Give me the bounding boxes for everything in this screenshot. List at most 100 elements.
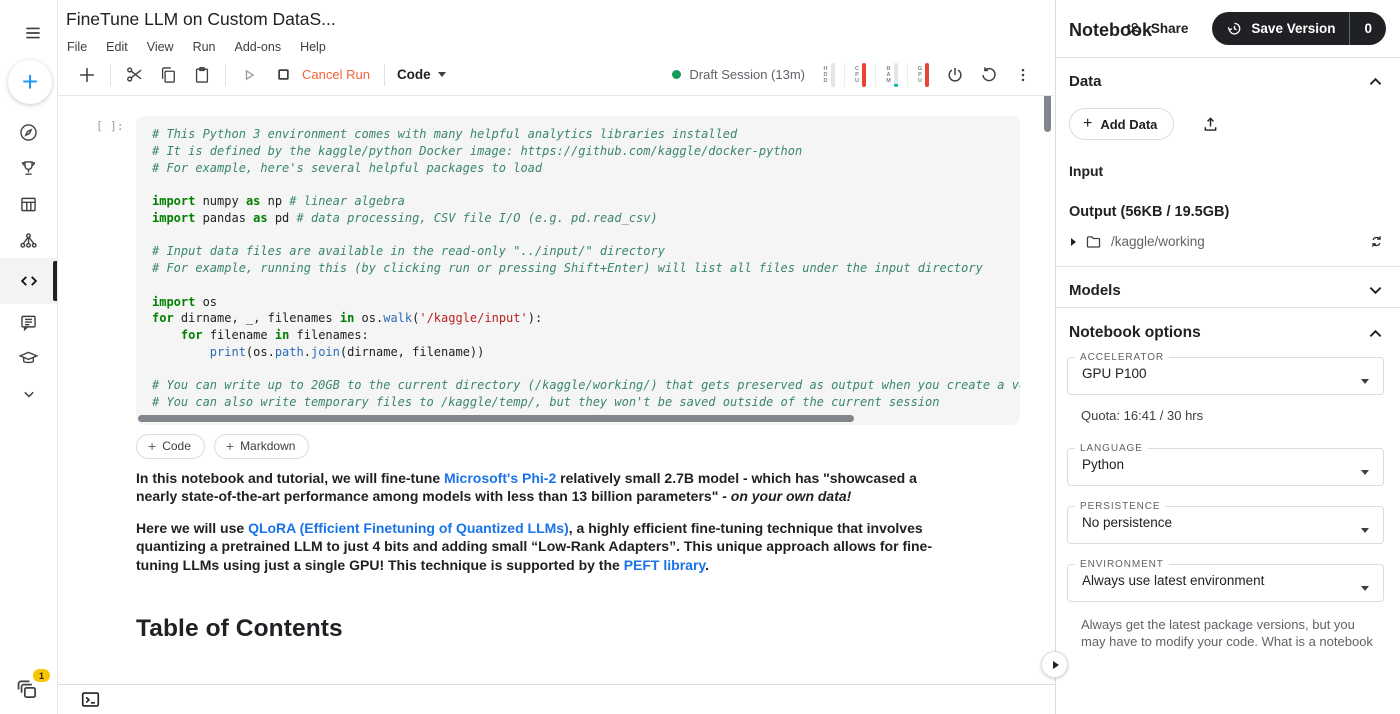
- persistence-value: No persistence: [1082, 515, 1173, 530]
- power-icon[interactable]: [942, 62, 968, 88]
- sidebar-item-competitions[interactable]: [0, 150, 57, 186]
- hdd-meter: HDD: [813, 62, 844, 87]
- cancel-run-button[interactable]: Cancel Run: [302, 67, 370, 82]
- cut-icon[interactable]: [121, 62, 147, 88]
- chevron-up-icon: [1369, 77, 1382, 85]
- chevron-down-icon: [1361, 378, 1369, 384]
- accelerator-select[interactable]: ACCELERATOR GPU P100: [1067, 352, 1384, 395]
- chevron-up-icon: [1369, 329, 1382, 337]
- toolbar-divider: [383, 63, 385, 86]
- discussions-icon: [21, 315, 36, 331]
- inline-link[interactable]: Microsoft's Phi-2: [444, 470, 556, 486]
- plus-icon: +: [1083, 115, 1093, 132]
- language-value: Python: [1082, 457, 1125, 472]
- sidebar-item-models[interactable]: [0, 222, 57, 258]
- trophy-icon: [21, 160, 36, 175]
- ram-meter: RAM: [875, 62, 907, 87]
- add-cell-row: Code Markdown: [136, 433, 1054, 459]
- inline-link[interactable]: PEFT library: [624, 557, 705, 573]
- more-options-icon[interactable]: [1010, 62, 1036, 88]
- collapse-panel-button[interactable]: [1041, 651, 1068, 678]
- version-count[interactable]: 0: [1350, 12, 1386, 45]
- folder-icon: [1086, 236, 1101, 248]
- share-person-icon: [1127, 22, 1141, 35]
- menu-add-ons[interactable]: Add-ons: [235, 40, 282, 54]
- restart-session-icon[interactable]: [976, 62, 1002, 88]
- stop-icon[interactable]: [270, 62, 296, 88]
- events-badge: 1: [33, 669, 50, 682]
- cell-type-value: Code: [396, 67, 431, 82]
- gpu-quota-text: Quota: 16:41 / 30 hrs: [1081, 408, 1204, 423]
- output-section-label: Output (56KB / 19.5GB): [1069, 204, 1230, 220]
- data-section-title: Data: [1069, 73, 1102, 90]
- code-icon: [20, 276, 37, 286]
- output-folder-path: /kaggle/working: [1111, 234, 1205, 249]
- environment-select[interactable]: ENVIRONMENT Always use latest environmen…: [1067, 559, 1384, 602]
- share-label: Share: [1150, 21, 1189, 36]
- output-folder-row[interactable]: /kaggle/working: [1071, 233, 1384, 250]
- models-icon: [20, 232, 37, 248]
- environment-help-text: Always get the latest package versions, …: [1081, 617, 1373, 649]
- sidebar-item-home[interactable]: [0, 114, 57, 150]
- sidebar-item-code[interactable]: [0, 258, 57, 304]
- chevron-down-icon: [23, 391, 34, 398]
- notebook-vertical-scrollbar[interactable]: [1044, 96, 1051, 132]
- save-version-label: Save Version: [1251, 21, 1336, 36]
- share-button[interactable]: Share: [1124, 19, 1189, 38]
- environment-label: ENVIRONMENT: [1080, 559, 1164, 570]
- paste-icon[interactable]: [189, 62, 215, 88]
- copy-icon[interactable]: [155, 62, 181, 88]
- menu-bar: File Edit View Run Add-ons Help: [67, 40, 1054, 54]
- notebook-footer: [58, 684, 1054, 714]
- create-button[interactable]: +: [8, 60, 52, 104]
- notebook-options-header[interactable]: Notebook options: [1056, 308, 1400, 352]
- upload-icon[interactable]: [1201, 115, 1220, 134]
- sidebar-item-discussions[interactable]: [0, 304, 57, 340]
- session-status-label: Draft Session (13m): [689, 67, 805, 82]
- add-data-button[interactable]: + Add Data: [1069, 108, 1175, 140]
- menu-hamburger-icon[interactable]: [19, 19, 47, 47]
- sync-icon[interactable]: [1369, 234, 1384, 249]
- add-cell-icon[interactable]: [74, 62, 100, 88]
- cell-horizontal-scrollbar[interactable]: [138, 414, 855, 422]
- right-panel: Notebook Data + Add Data Input Output (5…: [1055, 0, 1400, 714]
- history-icon: [1228, 22, 1241, 35]
- menu-view[interactable]: View: [147, 40, 174, 54]
- cell-type-select[interactable]: Code: [397, 67, 446, 82]
- models-section-header[interactable]: Models: [1056, 267, 1400, 307]
- toolbar-divider: [110, 63, 111, 86]
- sidebar-item-more[interactable]: [0, 376, 57, 412]
- language-select[interactable]: LANGUAGE Python: [1067, 443, 1384, 486]
- markdown-paragraphs: In this notebook and tutorial, we will f…: [136, 469, 932, 573]
- session-status[interactable]: Draft Session (13m): [672, 67, 805, 82]
- console-icon[interactable]: [80, 690, 102, 710]
- run-cell-icon[interactable]: [236, 62, 262, 88]
- active-events-button[interactable]: 1: [14, 669, 50, 706]
- markdown-cell[interactable]: In this notebook and tutorial, we will f…: [136, 469, 954, 641]
- toolbar-divider: [225, 63, 226, 86]
- data-section-header[interactable]: Data: [1056, 58, 1400, 98]
- accelerator-value: GPU P100: [1082, 366, 1147, 381]
- save-version-button[interactable]: Save Version 0: [1212, 12, 1386, 45]
- code-editor[interactable]: # This Python 3 environment comes with m…: [136, 116, 1020, 425]
- models-section-title: Models: [1069, 282, 1121, 299]
- menu-help[interactable]: Help: [300, 40, 326, 54]
- app-sidebar: + 1: [0, 0, 58, 714]
- sidebar-item-datasets[interactable]: [0, 186, 57, 222]
- menu-file[interactable]: File: [67, 40, 87, 54]
- add-code-cell-button[interactable]: Code: [136, 433, 205, 459]
- add-markdown-cell-button[interactable]: Markdown: [213, 433, 310, 459]
- gpu-meter: GPU: [906, 62, 939, 87]
- session-status-dot: [672, 70, 682, 79]
- cell-execution-prompt: [ ]:: [96, 119, 124, 133]
- sidebar-item-learn[interactable]: [0, 340, 57, 376]
- inline-link[interactable]: QLoRA (Efficient Finetuning of Quantized…: [248, 520, 569, 536]
- menu-run[interactable]: Run: [193, 40, 216, 54]
- menu-edit[interactable]: Edit: [106, 40, 128, 54]
- compass-icon: [20, 123, 37, 141]
- caret-right-icon[interactable]: [1071, 237, 1076, 246]
- persistence-select[interactable]: PERSISTENCE No persistence: [1067, 501, 1384, 544]
- persistence-label: PERSISTENCE: [1080, 501, 1161, 512]
- chevron-down-icon: [1361, 469, 1369, 475]
- notebook-title[interactable]: FineTune LLM on Custom DataS...: [66, 9, 356, 30]
